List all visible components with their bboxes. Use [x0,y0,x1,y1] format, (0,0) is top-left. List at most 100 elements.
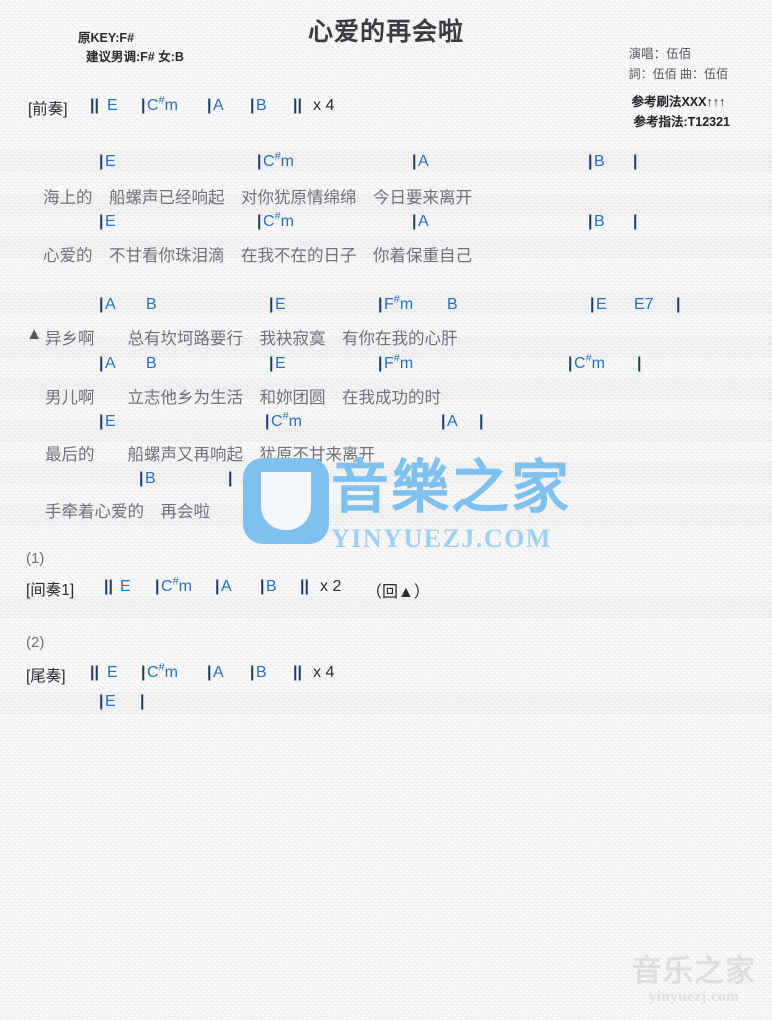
intro-line: [前奏] || E | C#m | A | B || x 4 [0,94,772,121]
bar: | [215,578,220,595]
suggested-key: 建议男调:F# 女:B [86,50,184,64]
bar: | [588,153,593,170]
bar: | [257,153,262,170]
bar: | [633,213,638,230]
watermark-corner-hanzi: 音乐之家 [632,954,756,989]
chord-i1-1: C#m [161,575,192,595]
bar: | [207,664,212,681]
original-key: 原KEY:F# [78,31,135,45]
interlude1-label: [间奏1] [26,582,75,599]
intro-bar-2: | [207,97,212,114]
chord-v1l2-0: E [105,213,116,230]
chord-v1l2-3: B [594,213,605,230]
chord-o-3: B [256,664,267,681]
ending2-number-text: (2) [26,634,45,651]
bar: | [260,578,265,595]
bar: | [99,355,104,372]
bar: | [412,213,417,230]
ending1-number: (1) [0,550,772,574]
chord-intro-0: E [107,97,118,114]
chord-v1l1-2: A [418,153,429,170]
intro-close-bar: || [293,97,302,114]
intro-bar-1: | [141,97,146,114]
bar: | [269,296,274,313]
chord-sheet-page: 心爱的再会啦 原KEY:F# 建议男调:F# 女:B 演唱：伍佰 詞：伍佰 曲：… [0,0,772,1020]
chorus-line3-lyric: 最后的 船螺声又再响起 犹原不甘来离开 [0,441,772,465]
watermark-corner: 音乐之家 yinyuezj.com [632,956,756,1006]
bar: | [250,664,255,681]
ending2-number: (2) [0,634,772,658]
chord-c1-5: E [596,296,607,313]
chorus-line2-lyric: 男儿啊 立志他乡为生活 和妳团圆 在我成功的时 [0,384,772,408]
intro-open-bar: || [90,97,99,114]
outro-line: [尾奏] || E | C#m | A | B || x 4 [0,661,772,688]
credits: 演唱：伍佰 詞：伍佰 曲：伍佰 [629,44,728,84]
lyric-text: 男儿啊 立志他乡为生活 和妳团圆 在我成功的时 [45,389,441,407]
bar: | [99,213,104,230]
ending1-number-text: (1) [26,550,45,567]
chorus-line3-chords: | E | C#m | A | [0,411,772,437]
outro-open-bar: || [90,664,99,681]
chord-c2-1: B [146,355,157,372]
bar: | [140,693,145,710]
chorus-line4-chords: | B | [0,470,772,494]
interlude1-line: [间奏1] || E | C#m | A | B || x 2 （回▲） [0,575,772,602]
bar: | [676,296,681,313]
verse1-line2-lyric: 心爱的 不甘看你珠泪滴 在我不在的日子 你着保重自己 [0,242,772,266]
chord-c3-0: E [105,413,116,430]
chord-i1-3: B [266,578,277,595]
chord-c1-4: B [447,296,458,313]
chord-c1-3: F#m [384,293,414,313]
bar: | [99,153,104,170]
singer: 演唱：伍佰 [628,47,692,61]
chord-c1-2: E [275,296,286,313]
bar: | [637,355,642,372]
lyric-text: 手牵着心爱的 再会啦 [45,503,210,521]
interlude1-repeat: x 2 [320,578,342,595]
bar: | [378,296,383,313]
chord-c4-0: B [145,470,156,487]
chord-c2-3: F#m [384,352,414,372]
intro-label: [前奏] [28,101,68,118]
chorus-line4-lyric: 手牵着心爱的 再会啦 [0,498,772,522]
chord-o-2: A [213,664,224,681]
bar: | [257,213,262,230]
bar: | [269,355,274,372]
lyric-text: 异乡啊 总有坎坷路要行 我袂寂寞 有你在我的心肝 [45,330,458,348]
chord-i1-0: E [120,578,131,595]
chord-v1l2-1: C#m [263,210,294,230]
watermark-corner-latin: yinyuezj.com [648,989,740,1005]
chorus-marker: ▲ [26,325,43,343]
chord-o-0: E [107,664,118,681]
chord-o-final: E [105,693,116,710]
chord-intro-1: C#m [147,94,178,114]
chord-v1l2-2: A [418,213,429,230]
bar: | [412,153,417,170]
lyric-text: 最后的 船螺声又再响起 犹原不甘来离开 [45,446,375,464]
chorus-line2-chords: | A B | E | F#m | C#m | [0,352,772,379]
outro-repeat: x 4 [313,664,335,681]
lyric-text: 海上的 船螺声已经响起 对你犹原情绵绵 今日要来离开 [43,189,472,207]
bar: | [590,296,595,313]
chord-intro-3: B [256,97,267,114]
chorus-line1-chords: | A B | E | F#m B | E E7 | [0,293,772,320]
bar: | [568,355,573,372]
bar: | [633,153,638,170]
bar: | [441,413,446,430]
outro-label: [尾奏] [26,668,66,685]
chord-c1-0: A [105,296,116,313]
chord-v1l1-0: E [105,153,116,170]
intro-repeat: x 4 [313,97,335,114]
chord-o-1: C#m [147,661,178,681]
bar: | [265,413,270,430]
interlude1-note: （回▲） [366,584,430,601]
bar: | [99,413,104,430]
bar: | [141,664,146,681]
chord-i1-2: A [221,578,232,595]
interlude1-open-bar: || [104,578,113,595]
chord-c2-4: C#m [574,352,605,372]
bar: | [228,470,233,487]
bar: | [155,578,160,595]
writers: 詞：伍佰 曲：伍佰 [628,67,728,81]
bar: | [99,693,104,710]
